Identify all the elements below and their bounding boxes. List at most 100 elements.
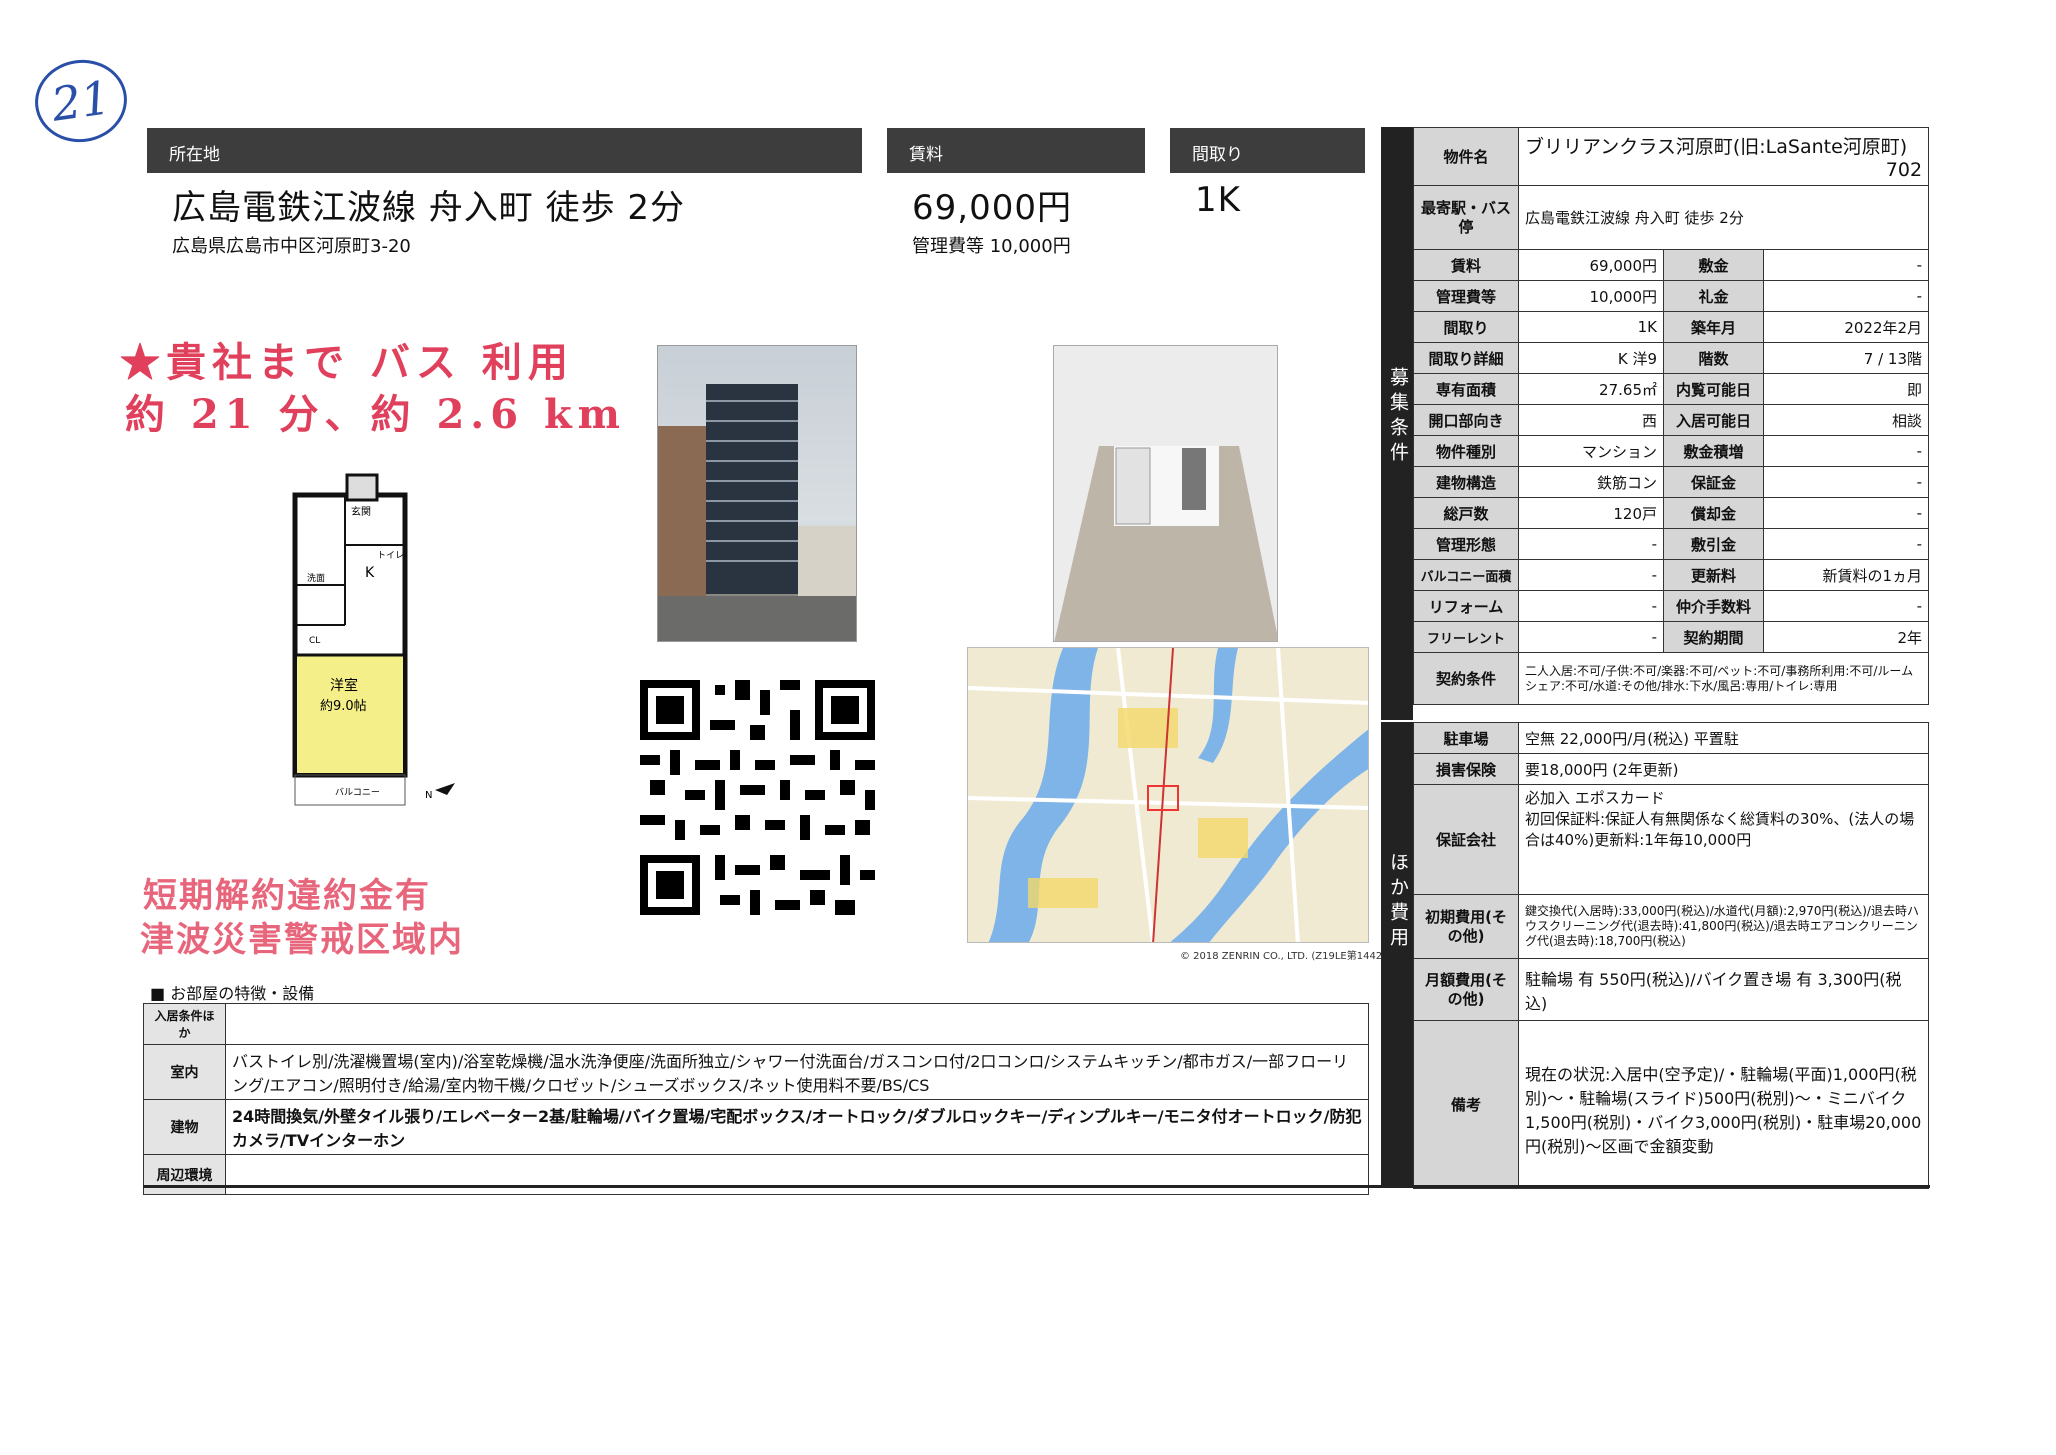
room-photo xyxy=(1053,345,1278,642)
fp-room-size: 約9.0帖 xyxy=(320,699,367,714)
spec-label: フリーレント xyxy=(1413,621,1519,653)
spec-value: 相談 xyxy=(1762,404,1930,436)
spec-value: - xyxy=(1762,497,1930,529)
insurance-label: 損害保険 xyxy=(1413,753,1519,785)
spec-value: - xyxy=(1762,528,1930,560)
mgmt-fee: 管理費等 10,000円 xyxy=(912,236,1071,257)
spec-row: 管理形態 - 敷引金 - xyxy=(1413,528,1930,560)
stamp-early-cancellation: 短期解約違約金有 xyxy=(143,876,431,916)
spec-value: マンション xyxy=(1518,435,1664,467)
fp-toilet: トイレ xyxy=(377,551,404,561)
spec-value: - xyxy=(1762,590,1930,622)
rent-label: 賃料 xyxy=(887,128,1145,173)
fp-washroom: 洗面 xyxy=(307,572,325,584)
spec-label: 更新料 xyxy=(1663,559,1764,591)
spec-value: 10,000円 xyxy=(1518,280,1664,312)
spec-label: 物件種別 xyxy=(1413,435,1519,467)
spec-label: リフォーム xyxy=(1413,590,1519,622)
page-number: 21 xyxy=(29,53,133,149)
feature-value xyxy=(225,1003,1369,1045)
fp-entrance: 玄関 xyxy=(351,505,371,518)
spec-label: 内覧可能日 xyxy=(1663,373,1764,405)
side-bar-other-costs: ほか費用 xyxy=(1381,722,1413,1187)
fp-balcony: バルコニー xyxy=(335,787,380,798)
fp-kitchen: K xyxy=(365,565,375,581)
feature-label: 室内 xyxy=(143,1044,226,1100)
spec-label: 専有面積 xyxy=(1413,373,1519,405)
feature-row: 周辺環境 xyxy=(143,1154,1369,1195)
spec-label: 入居可能日 xyxy=(1663,404,1764,436)
spec-label: 総戸数 xyxy=(1413,497,1519,529)
map-copyright: © 2018 ZENRIN CO., LTD. (Z19LE第1442号) xyxy=(1180,951,1397,962)
layout-value: 1K xyxy=(1195,180,1241,220)
station-label: 最寄駅・バス停 xyxy=(1413,185,1519,250)
feature-value xyxy=(225,1154,1369,1195)
layout-label: 間取り xyxy=(1170,128,1365,173)
parking-value: 空無 22,000円/月(税込) 平置駐 xyxy=(1518,722,1929,754)
spec-value: 120戸 xyxy=(1518,497,1664,529)
parking-label: 駐車場 xyxy=(1413,722,1519,754)
remarks-label: 備考 xyxy=(1413,1020,1519,1189)
feature-row: 建物 24時間換気/外壁タイル張り/エレベーター2基/駐輪場/バイク置場/宅配ボッ… xyxy=(143,1099,1369,1155)
location-map[interactable] xyxy=(967,647,1369,943)
spec-label: 敷引金 xyxy=(1663,528,1764,560)
features-heading: ■ お部屋の特徴・設備 xyxy=(150,984,315,1003)
spec-row: 専有面積 27.65㎡ 内覧可能日即 xyxy=(1413,373,1930,405)
spec-value: - xyxy=(1518,621,1664,653)
spec-label: 契約期間 xyxy=(1663,621,1764,653)
spec-row: 開口部向き西入居可能日 相談 xyxy=(1413,404,1930,436)
contract-value: 二人入居:不可/子供:不可/楽器:不可/ペット:不可/事務所利用:不可/ルームシ… xyxy=(1517,652,1930,705)
fp-closet: CL xyxy=(309,636,320,646)
spec-row: バルコニー面積 - 更新料 新賃料の1ヵ月 xyxy=(1413,559,1930,591)
building-photo xyxy=(657,345,857,642)
features-rows: 入居条件ほか 室内 バストイレ別/洗濯機置場(室内)/浴室乾燥機/温水洗浄便座/洗面… xyxy=(143,1003,1369,1195)
location-label: 所在地 xyxy=(147,128,862,173)
spec-value: 27.65㎡ xyxy=(1518,373,1664,405)
spec-label: 間取り xyxy=(1413,311,1519,343)
initial-costs-label: 初期費用(その他) xyxy=(1413,894,1519,959)
costs-table: 駐車場 空無 22,000円/月(税込) 平置駐 損害保険 要18,000円 (… xyxy=(1413,722,1929,1189)
spec-label: 敷金 xyxy=(1663,249,1764,281)
spec-value: - xyxy=(1762,249,1930,281)
north-arrow-icon xyxy=(435,783,455,795)
spec-value: 69,000円 xyxy=(1518,249,1664,281)
spec-row: 建物構造 鉄筋コン 保証金 - xyxy=(1413,466,1930,498)
spec-value: 西 xyxy=(1518,404,1664,436)
spec-label: 管理形態 xyxy=(1413,528,1519,560)
spec-rows: 賃料 69,000円 敷金 - 管理費等 10,000円 礼金 - 間取り 1K 築年月 2022年2… xyxy=(1413,249,1930,653)
handwritten-note-time: 約 21 分、約 2.6 km xyxy=(125,391,626,438)
feature-row: 室内 バストイレ別/洗濯機置場(室内)/浴室乾燥機/温水洗浄便座/洗面所独立/シャ… xyxy=(143,1044,1369,1100)
guarantor-label: 保証会社 xyxy=(1413,784,1519,895)
spec-value: 新賃料の1ヵ月 xyxy=(1762,559,1930,591)
floorplan-diagram: 玄関 トイレ K 洗面 CL 洋室 約9.0帖 バルコニー N xyxy=(292,473,455,806)
spec-value: 1K xyxy=(1518,311,1664,343)
spec-row: 間取り 1K 築年月 2022年2月 xyxy=(1413,311,1930,343)
handwritten-note-bus: ★貴社まで バス 利用 xyxy=(120,339,574,386)
feature-value: バストイレ別/洗濯機置場(室内)/浴室乾燥機/温水洗浄便座/洗面所独立/シャワー… xyxy=(225,1044,1369,1100)
spec-label: 賃料 xyxy=(1413,249,1519,281)
rent-value: 69,000円 xyxy=(912,188,1072,228)
monthly-costs-label: 月額費用(その他) xyxy=(1413,958,1519,1021)
address: 広島県広島市中区河原町3-20 xyxy=(172,236,411,257)
spec-label: 仲介手数料 xyxy=(1663,590,1764,622)
feature-row: 入居条件ほか xyxy=(143,1003,1369,1045)
spec-label: 間取り詳細 xyxy=(1413,342,1519,374)
property-name-label: 物件名 xyxy=(1413,127,1519,186)
side-label-recruit: 募集条件 xyxy=(1387,367,1409,467)
feature-label: 周辺環境 xyxy=(143,1154,226,1195)
spec-row: 物件種別 マンション 敷金積増 - xyxy=(1413,435,1930,467)
spec-label: 建物構造 xyxy=(1413,466,1519,498)
feature-label: 入居条件ほか xyxy=(143,1003,226,1045)
qr-code[interactable] xyxy=(640,680,875,915)
guarantor-value: 必加入 エポスカード 初回保証料:保証人有無関係なく総賃料の30%、(法人の場合… xyxy=(1518,784,1929,895)
side-label-other-costs: ほか費用 xyxy=(1387,852,1409,952)
insurance-value: 要18,000円 (2年更新) xyxy=(1518,753,1929,785)
spec-label: 開口部向き xyxy=(1413,404,1519,436)
spec-value: 2年 xyxy=(1762,621,1930,653)
spec-label: 償却金 xyxy=(1663,497,1764,529)
side-bar-recruit: 募集条件 xyxy=(1381,127,1413,720)
feature-value: 24時間換気/外壁タイル張り/エレベーター2基/駐輪場/バイク置場/宅配ボックス… xyxy=(225,1099,1369,1155)
spec-label: バルコニー面積 xyxy=(1413,559,1519,591)
spec-table: 物件名 ブリリアンクラス河原町(旧:LaSante河原町) 702 最寄駅・バス… xyxy=(1413,127,1930,705)
station-title: 広島電鉄江波線 舟入町 徒歩 2分 xyxy=(172,188,686,228)
